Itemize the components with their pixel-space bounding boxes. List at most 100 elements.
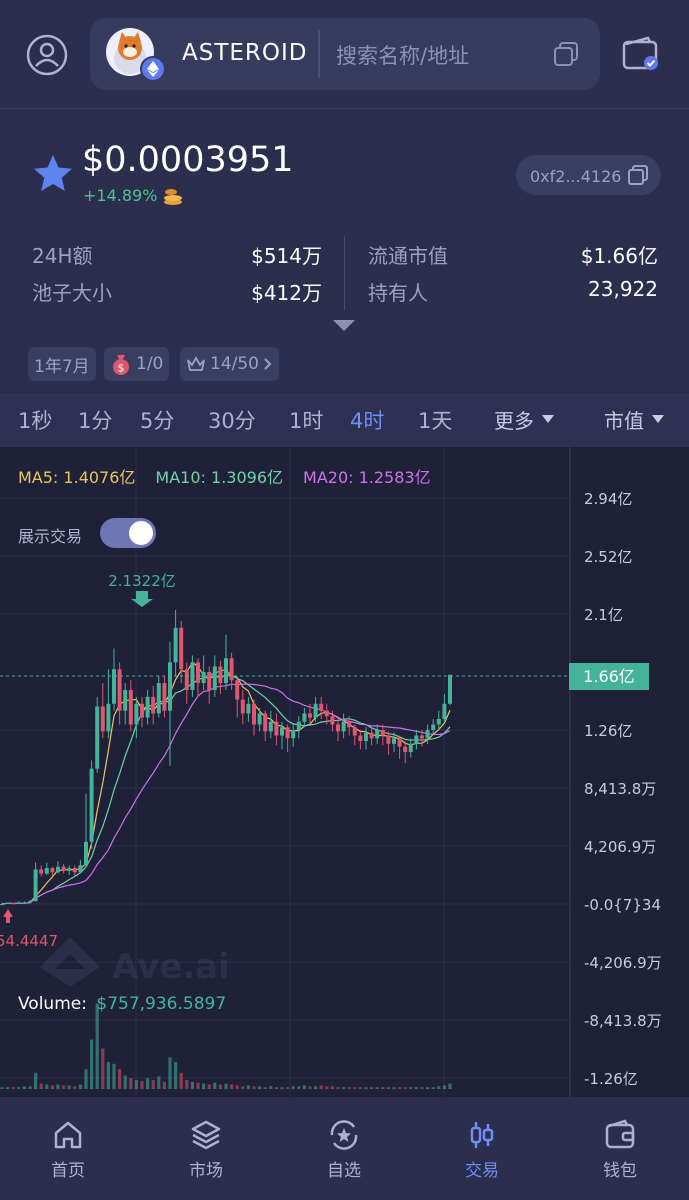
candle-body [414, 735, 419, 744]
candle-body [145, 696, 150, 718]
rank-tag[interactable]: 14/50 [180, 347, 279, 381]
high-arrow-icon [131, 591, 153, 607]
volume-bar [196, 1082, 200, 1089]
layers-icon [191, 1120, 221, 1150]
candle-body [39, 869, 44, 874]
volume-bar [207, 1084, 211, 1089]
volume-bar [364, 1087, 368, 1089]
volume-bar [403, 1087, 407, 1089]
volume-bar [269, 1086, 273, 1089]
candle-body [420, 735, 424, 739]
nav-market[interactable]: 市场 [166, 1118, 246, 1181]
nav-wallet[interactable]: 钱包 [580, 1118, 660, 1181]
money-bag-icon: $ [113, 355, 129, 375]
volume-bar [106, 1062, 110, 1089]
volume-bar [0, 1087, 4, 1089]
account-icon[interactable] [24, 32, 70, 78]
tab-1d[interactable]: 1天 [418, 405, 452, 435]
volume-bar [414, 1087, 418, 1089]
volume-bar [297, 1086, 301, 1089]
star-refresh-icon [330, 1120, 358, 1150]
volume-bars [0, 1003, 452, 1089]
candle-body [358, 735, 363, 742]
search-input[interactable]: 搜索名称/地址 [336, 40, 469, 70]
token-price: $0.0003951 [82, 140, 294, 180]
candle-body [67, 868, 72, 871]
tab-1s[interactable]: 1秒 [18, 405, 52, 435]
nav-trade[interactable]: 交易 [442, 1118, 522, 1181]
volume-bar [50, 1085, 54, 1089]
volume-bar [6, 1087, 10, 1089]
coins-icon[interactable] [162, 186, 184, 206]
token-search-bar[interactable]: ASTEROID 搜索名称/地址 [90, 18, 600, 90]
high-marker: 2.1322亿 [108, 572, 176, 607]
crown-icon [187, 356, 205, 371]
wallet-connect-icon[interactable] [622, 36, 660, 72]
volume-bar [190, 1081, 194, 1089]
candle-body [33, 869, 38, 902]
volume-bar [202, 1083, 206, 1089]
chevron-down-icon [542, 415, 554, 423]
chevron-down-icon [652, 415, 664, 423]
tab-5m[interactable]: 5分 [140, 405, 174, 435]
candle-body [50, 868, 55, 873]
volume-bar [95, 1003, 99, 1089]
contract-address: 0xf2...4126 [530, 167, 622, 186]
more-dropdown[interactable]: 更多 [482, 404, 566, 434]
volume-bar [73, 1086, 77, 1089]
candle-body [268, 721, 273, 732]
tax-tag[interactable]: $ 1/0 [104, 347, 170, 381]
volume-bar [11, 1087, 15, 1089]
candle-body [106, 703, 111, 732]
favorite-star-icon[interactable] [32, 153, 74, 195]
candle-body [330, 716, 335, 725]
candle-body [61, 866, 66, 871]
price-chart[interactable]: Ave.ai 2.94亿 2.52亿 2.1亿 1.26亿 8,413.8万 4,206.… [0, 447, 689, 1097]
volume-bar [370, 1087, 374, 1089]
holders-value: 23,922 [588, 277, 658, 301]
candle-body [324, 710, 329, 717]
candle-body [296, 721, 301, 730]
tab-1h[interactable]: 1时 [289, 405, 323, 435]
volume-bar [325, 1086, 329, 1089]
candle-body [392, 738, 396, 744]
y-tick-label: 2.52亿 [584, 548, 632, 566]
metric-dropdown[interactable]: 市值 [592, 404, 676, 434]
age-tag[interactable]: 1年7月 [28, 347, 96, 381]
copy-address-icon[interactable] [627, 164, 649, 186]
candle-body [44, 868, 49, 874]
rank-tag-label: 14/50 [210, 354, 259, 374]
chart-canvas[interactable]: Ave.ai 2.94亿 2.52亿 2.1亿 1.26亿 8,413.8万 4,206.… [0, 447, 689, 1097]
nav-watchlist[interactable]: 自选 [304, 1118, 384, 1181]
candle-body [224, 658, 228, 684]
candle-body [291, 730, 296, 739]
candle-body [319, 703, 324, 711]
candle-body [280, 727, 284, 736]
candle-body [128, 689, 133, 725]
tab-1m[interactable]: 1分 [78, 405, 112, 435]
contract-address-pill[interactable]: 0xf2...4126 [516, 155, 661, 195]
candles [0, 609, 452, 906]
y-axis-labels: 2.94亿 2.52亿 2.1亿 1.26亿 8,413.8万 4,206.9万 -0.0{… [584, 490, 662, 1088]
candle-body [380, 730, 385, 736]
copy-icon[interactable] [552, 40, 580, 68]
volume-bar [409, 1087, 413, 1089]
candle-body [95, 706, 100, 769]
expand-stats-arrow[interactable] [333, 320, 355, 331]
y-tick-label: -8,413.8万 [584, 1012, 662, 1030]
volume-24h-label: 24H额 [32, 244, 93, 268]
tab-4h[interactable]: 4时 [350, 405, 384, 435]
candle-body [100, 706, 105, 732]
volume-bar [67, 1085, 71, 1089]
y-tick-label: 2.1亿 [584, 606, 623, 624]
volume-bar [375, 1087, 379, 1089]
volume-bar [112, 1063, 116, 1089]
show-trades-toggle[interactable] [100, 518, 156, 548]
tab-30m[interactable]: 30分 [208, 405, 256, 435]
volume-bar [78, 1084, 82, 1089]
volume-bar [235, 1085, 239, 1089]
watermark-text: Ave.ai [112, 947, 230, 987]
nav-home[interactable]: 首页 [28, 1118, 108, 1181]
candle-body [403, 746, 408, 753]
volume-bar [336, 1087, 340, 1089]
